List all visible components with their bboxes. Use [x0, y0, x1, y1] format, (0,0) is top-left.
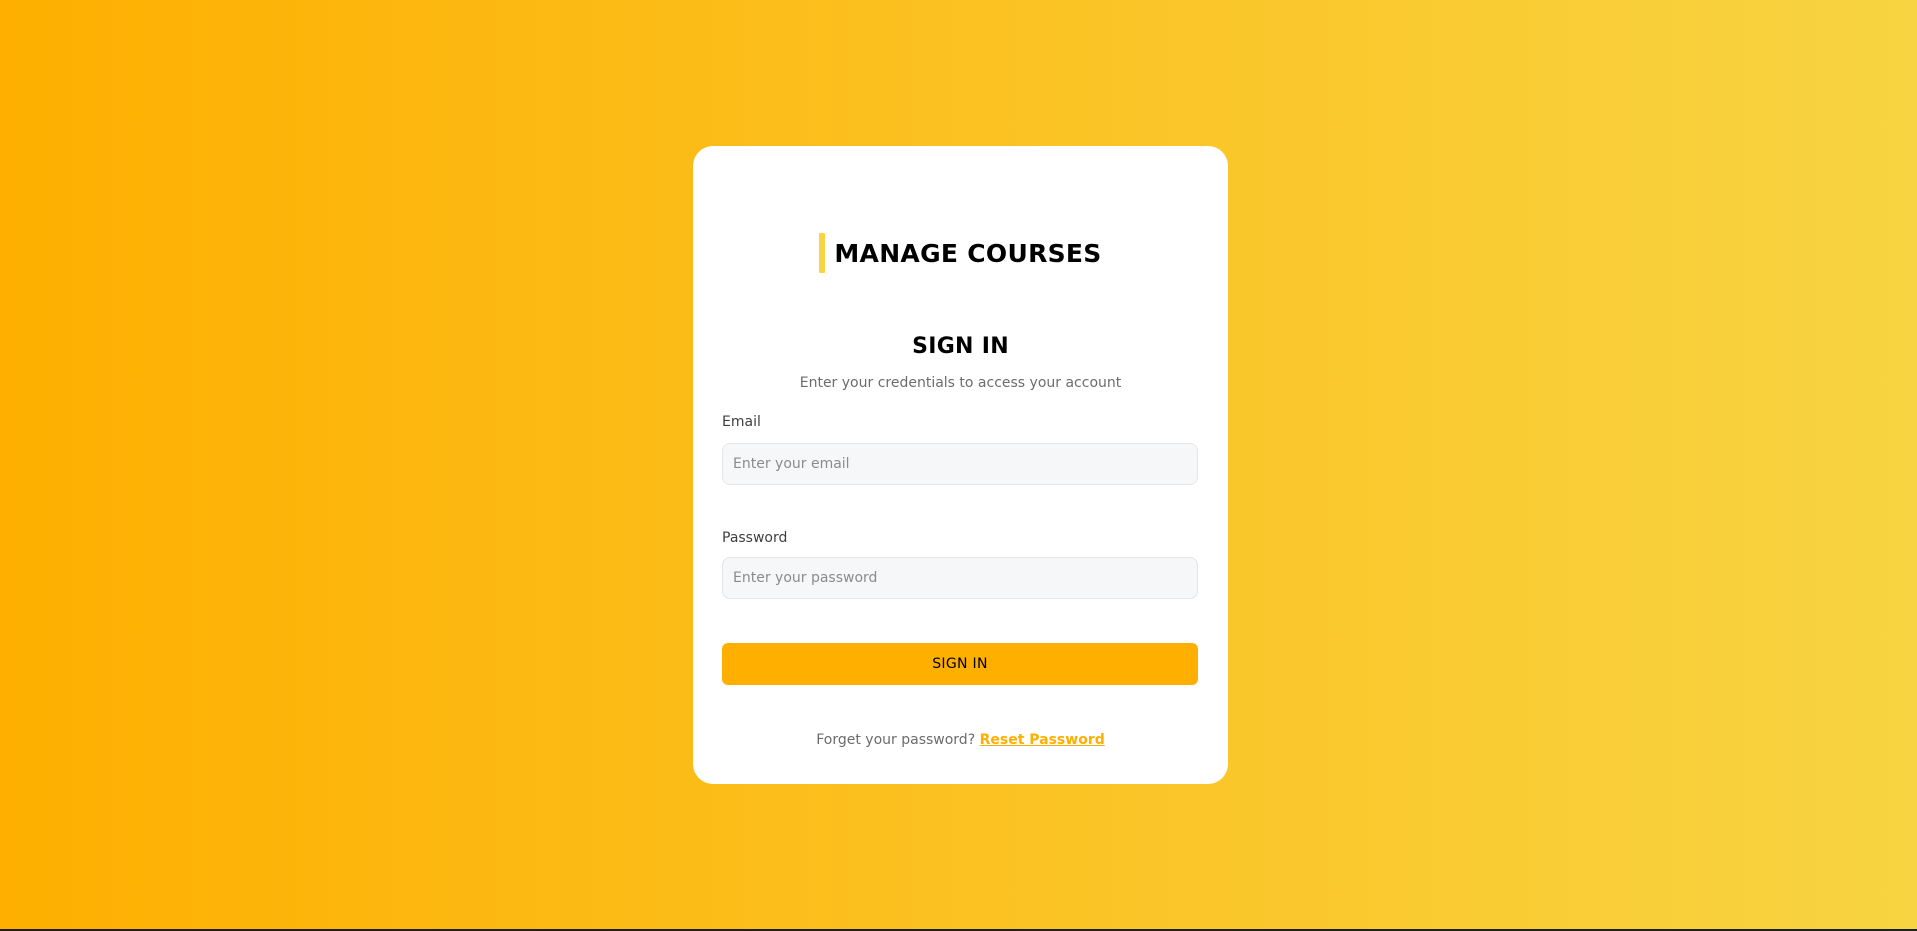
- email-label: Email: [722, 414, 761, 430]
- reset-password-row: Forget your password? Reset Password: [693, 732, 1228, 748]
- password-field[interactable]: [722, 557, 1198, 599]
- reset-password-link[interactable]: Reset Password: [980, 732, 1105, 748]
- brand: MANAGE COURSES: [693, 233, 1228, 273]
- email-field[interactable]: [722, 443, 1198, 485]
- login-card: MANAGE COURSES SIGN IN Enter your creden…: [693, 146, 1228, 784]
- signin-button[interactable]: SIGN IN: [722, 643, 1198, 685]
- password-label: Password: [722, 530, 788, 546]
- brand-title: MANAGE COURSES: [834, 238, 1102, 268]
- signin-subheading: Enter your credentials to access your ac…: [799, 375, 1122, 391]
- brand-accent-bar: [819, 233, 826, 273]
- reset-password-prompt: Forget your password?: [816, 732, 976, 748]
- signin-heading: SIGN IN: [912, 334, 1009, 359]
